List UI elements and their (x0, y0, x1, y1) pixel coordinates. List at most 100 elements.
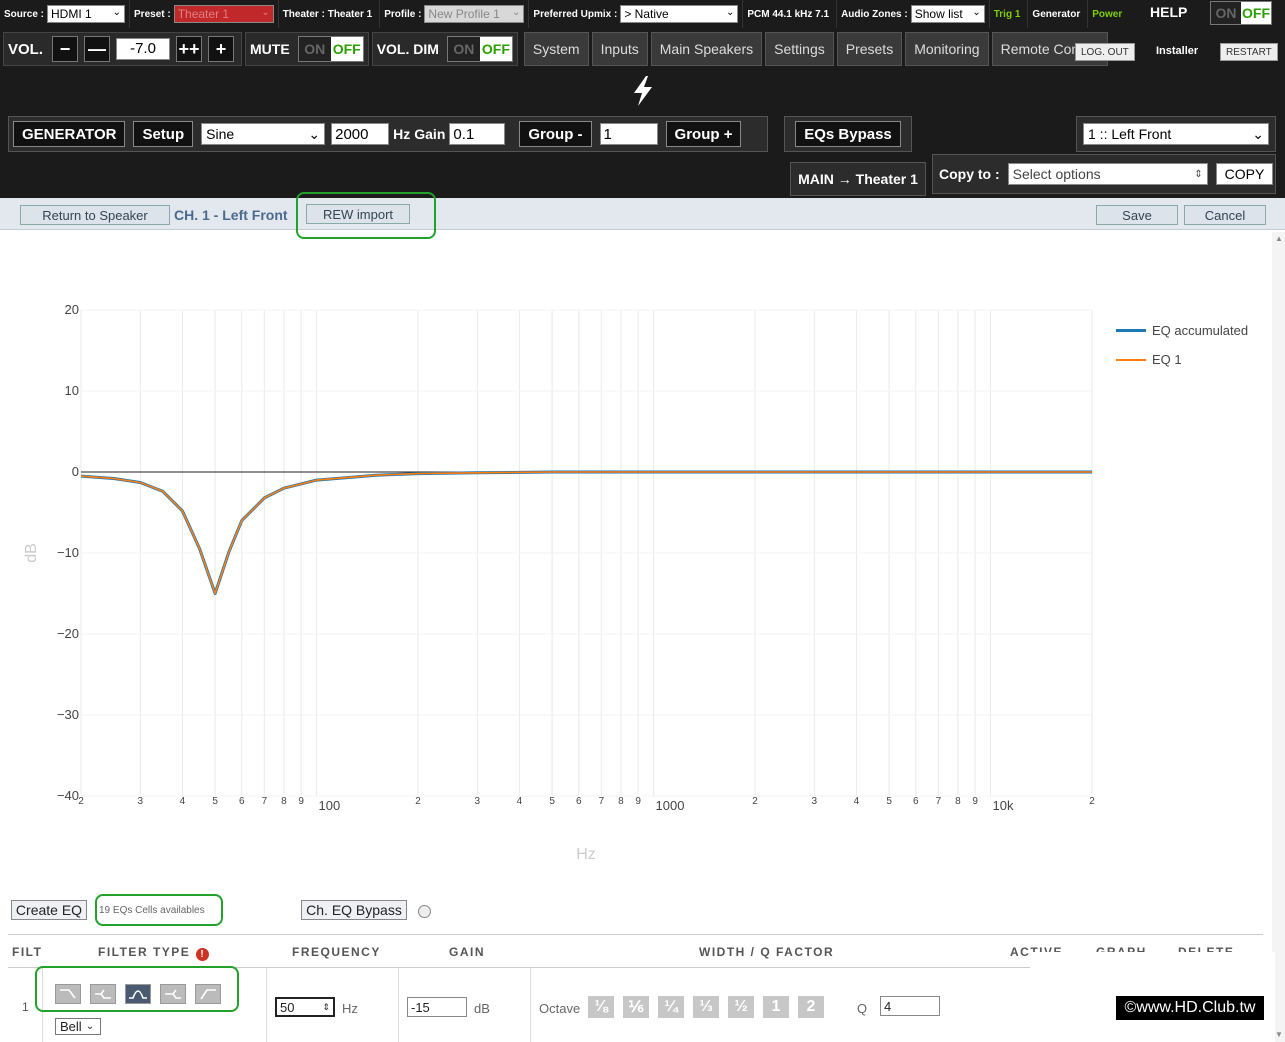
x-tick-label: 6 (576, 796, 582, 807)
profile-group: Profile : New Profile 1 ⌄ (380, 0, 530, 28)
power-off: OFF (1241, 2, 1271, 24)
series-eq-1 (80, 471, 1092, 595)
volume-down-button[interactable]: − (52, 36, 79, 62)
return-to-speaker-button[interactable]: Return to Speaker (20, 205, 170, 225)
profile-select[interactable]: New Profile 1 ⌄ (424, 5, 525, 23)
frequency-stepper[interactable]: 50 ⇕ (275, 997, 335, 1017)
octave-1-button[interactable]: 1 (763, 996, 789, 1018)
preset-select[interactable]: Theater 1 ⌄ (173, 5, 274, 23)
cancel-button[interactable]: Cancel (1184, 205, 1266, 225)
copy-target-select[interactable]: Select options ⇕ (1007, 163, 1208, 185)
mute-toggle[interactable]: ON OFF (297, 36, 364, 62)
control-bar: VOL. − — -7.0 ++ + MUTE ON OFF VOL. DIM … (0, 28, 1285, 70)
col-filter-type: FILTER TYPE! (98, 945, 210, 961)
gain-unit-label: dB (474, 1001, 490, 1016)
y-tick-label: −30 (57, 707, 79, 722)
help-link[interactable]: HELP (1150, 4, 1187, 20)
chevron-down-icon: ⌄ (512, 7, 521, 18)
generator-button[interactable]: GENERATOR (13, 121, 126, 147)
editor-toolbar: Return to Speaker CH. 1 - Left Front REW… (0, 198, 1285, 230)
scroll-down-icon[interactable]: ▼ (1275, 1030, 1283, 1039)
gain-field[interactable]: -15 (407, 997, 467, 1017)
legend-item[interactable]: EQ accumulated (1116, 316, 1248, 345)
y-tick-label: −10 (57, 545, 79, 560)
tab-monitoring[interactable]: Monitoring (905, 32, 989, 66)
x-tick-label: 5 (549, 796, 555, 807)
octave-1-6-button[interactable]: ⅙ (623, 996, 649, 1018)
volume-up-fast-button[interactable]: ++ (176, 36, 203, 62)
scrollbar[interactable] (1272, 232, 1285, 1042)
setup-button[interactable]: Setup (133, 121, 194, 147)
octave-2-button[interactable]: 2 (798, 996, 824, 1018)
highlight-filter-type (35, 966, 239, 1012)
warning-icon[interactable]: ! (196, 948, 210, 961)
logout-button[interactable]: LOG. OUT (1075, 43, 1135, 61)
octave-1-8-button[interactable]: ⅛ (588, 996, 614, 1018)
volume-panel: VOL. − — -7.0 ++ + (3, 32, 243, 66)
x-tick-label: 8 (281, 796, 287, 807)
volume-input[interactable]: -7.0 (116, 38, 171, 60)
upmix-group: Preferred Upmix : > Native ⌄ (529, 0, 744, 28)
x-tick-label: 6 (913, 796, 919, 807)
save-button[interactable]: Save (1096, 205, 1178, 225)
tab-settings[interactable]: Settings (765, 32, 834, 66)
chevron-down-icon: ⌄ (972, 7, 981, 18)
column-divider (530, 968, 531, 1042)
watermark: ©www.HD.Club.tw (1116, 996, 1264, 1020)
x-tick-label: 8 (618, 796, 624, 807)
x-tick-label: 2 (1089, 796, 1095, 807)
col-filt: FILT (12, 945, 43, 959)
waveform-select[interactable]: Sine ⌄ (201, 123, 326, 145)
frequency-input[interactable]: 2000 (331, 123, 390, 145)
octave-1-4-button[interactable]: ¼ (658, 996, 684, 1018)
updown-icon: ⇕ (322, 1001, 330, 1012)
mute-panel: MUTE ON OFF (245, 32, 369, 66)
main-theater-label: MAIN → Theater 1 (790, 162, 926, 196)
power-on: ON (1211, 2, 1241, 24)
y-tick-label: −40 (57, 788, 79, 803)
dim-toggle[interactable]: ON OFF (446, 36, 513, 62)
restart-button[interactable]: RESTART (1220, 43, 1278, 61)
source-value: HDMI 1 (51, 7, 92, 21)
tab-system[interactable]: System (523, 32, 589, 66)
pcm-label: PCM 44.1 kHz 7.1 (747, 8, 830, 20)
volume-down-fast-button[interactable]: — (84, 36, 111, 62)
eq-chart-svg: 2 3 4 5 6 7 8 9 100 2 3 4 5 6 7 8 9 1000 2 3 4 5 6 7 8 9 10k 220100… (23, 302, 1095, 863)
dim-off: OFF (479, 37, 512, 61)
group-plus-button[interactable]: Group + (665, 121, 742, 147)
x-tick-label: 3 (138, 796, 144, 807)
trig-group: Trig 1 (990, 0, 1029, 28)
tab-inputs[interactable]: Inputs (591, 32, 648, 66)
filter-type-select[interactable]: Bell ⌄ (55, 1018, 101, 1035)
power-toggle[interactable]: ON OFF (1210, 1, 1272, 25)
tab-main-speakers[interactable]: Main Speakers (650, 32, 763, 66)
profile-label: Profile : (384, 8, 422, 20)
y-axis-title: dB (23, 543, 40, 563)
chevron-down-icon: ⌄ (308, 125, 321, 142)
q-field[interactable]: 4 (880, 996, 940, 1016)
source-label: Source : (4, 8, 45, 20)
tab-presets[interactable]: Presets (836, 32, 903, 66)
x-tick-label: 2 (78, 796, 84, 807)
eqs-bypass-button[interactable]: EQs Bypass (795, 121, 901, 147)
octave-1-2-button[interactable]: ½ (728, 996, 754, 1018)
channel-eq-bypass-button[interactable]: Ch. EQ Bypass (301, 900, 407, 920)
upmix-select[interactable]: > Native ⌄ (620, 5, 739, 23)
x-tick-label: 10k (993, 798, 1014, 813)
octave-1-3-button[interactable]: ⅓ (693, 996, 719, 1018)
gain-input[interactable]: 0.1 (449, 123, 506, 145)
volume-up-button[interactable]: + (208, 36, 235, 62)
zones-select[interactable]: Show list ⌄ (910, 5, 985, 23)
x-tick-label: 7 (262, 796, 268, 807)
group-input[interactable]: 1 (599, 123, 658, 145)
create-eq-button[interactable]: Create EQ (11, 900, 87, 920)
scroll-up-icon[interactable]: ▲ (1275, 234, 1283, 243)
legend-item[interactable]: EQ 1 (1116, 345, 1248, 374)
zones-value: Show list (914, 7, 963, 21)
source-select[interactable]: HDMI 1 ⌄ (47, 5, 126, 23)
copy-button[interactable]: COPY (1215, 163, 1274, 185)
channel-select[interactable]: 1 :: Left Front ⌄ (1083, 123, 1269, 145)
bypass-radio[interactable] (418, 905, 431, 918)
group-minus-button[interactable]: Group - (519, 121, 592, 147)
x-tick-label: 9 (972, 796, 978, 807)
